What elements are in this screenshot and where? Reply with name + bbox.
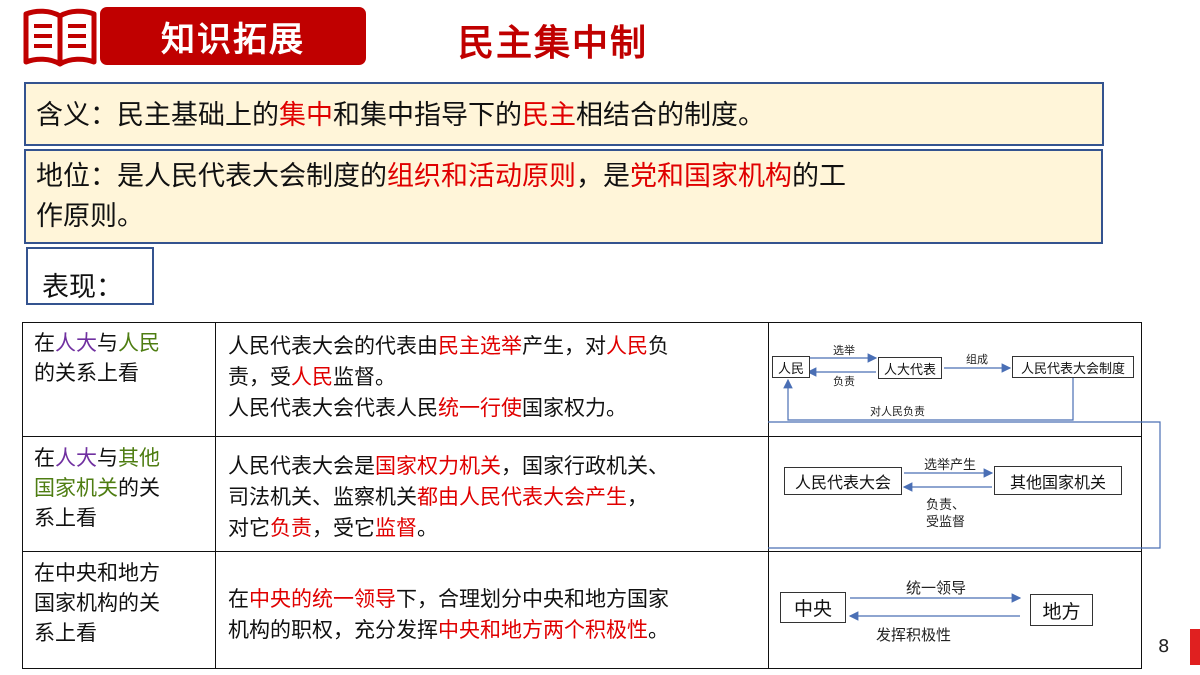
npc-system-box: 人民代表大会制度 xyxy=(1012,356,1134,378)
table-col-divider xyxy=(215,322,216,669)
meaning-box: 含义：民主基础上的集中和集中指导下的民主相结合的制度。 xyxy=(24,82,1104,146)
table-row-label: 在中央和地方 国家机构的关 系上看 xyxy=(34,561,160,645)
status-text: ，是 xyxy=(576,161,630,192)
elect-produce-label: 选举产生 xyxy=(924,458,977,473)
status-text: 作原则。 xyxy=(36,201,144,232)
meaning-highlight: 民主 xyxy=(522,100,576,131)
meaning-text: 相结合的制度。 xyxy=(576,100,765,131)
meaning-text: 含义：民主基础上的 xyxy=(36,100,279,131)
red-tab xyxy=(1190,629,1200,665)
section-badge: 知识拓展 xyxy=(100,7,366,65)
people-box: 人民 xyxy=(772,356,810,378)
page-title: 民主集中制 xyxy=(458,23,649,64)
table-row-content: 人民代表大会是国家权力机关，国家行政机关、 司法机关、监察机关都由人民代表大会产… xyxy=(228,454,669,540)
meaning-highlight: 集中 xyxy=(279,100,333,131)
table-row-content: 人民代表大会的代表由民主选举产生，对人民负 责，受人民监督。 人民代表大会代表人… xyxy=(228,334,669,420)
meaning-text: 和集中指导下的 xyxy=(333,100,522,131)
table-row-label: 在人大与人民 的关系上看 xyxy=(34,331,160,385)
deputies-box: 人大代表 xyxy=(878,357,942,379)
npc-box: 人民代表大会 xyxy=(784,467,902,495)
book-icon xyxy=(23,8,97,67)
responsible-label: 负责 xyxy=(833,375,855,388)
central-box: 中央 xyxy=(780,592,846,623)
unified-lead-label: 统一领导 xyxy=(906,579,967,597)
manifestation-label: 表现： xyxy=(26,247,154,305)
supervised-label: 受监督 xyxy=(926,515,966,530)
table-row-content: 在中央的统一领导下，合理划分中央和地方国家 机构的职权，充分发挥中央和地方两个积… xyxy=(228,587,669,642)
initiative-label: 发挥积极性 xyxy=(876,626,952,644)
status-highlight: 组织和活动原则 xyxy=(387,161,576,192)
other-organs-box: 其他国家机关 xyxy=(994,466,1122,495)
status-highlight: 党和国家机构 xyxy=(630,161,792,192)
form-label: 组成 xyxy=(966,353,988,366)
table-row-label: 在人大与其他 国家机关的关 系上看 xyxy=(34,446,160,530)
elect-label: 选举 xyxy=(833,344,855,357)
status-text: 的工 xyxy=(792,161,846,192)
to-people-label: 对人民负责 xyxy=(870,405,925,418)
status-text: 地位：是人民代表大会制度的 xyxy=(36,161,387,192)
local-box: 地方 xyxy=(1030,594,1093,626)
status-box: 地位：是人民代表大会制度的组织和活动原则，是党和国家机构的工 作原则。 xyxy=(24,149,1103,244)
page-number: 8 xyxy=(1158,636,1170,657)
